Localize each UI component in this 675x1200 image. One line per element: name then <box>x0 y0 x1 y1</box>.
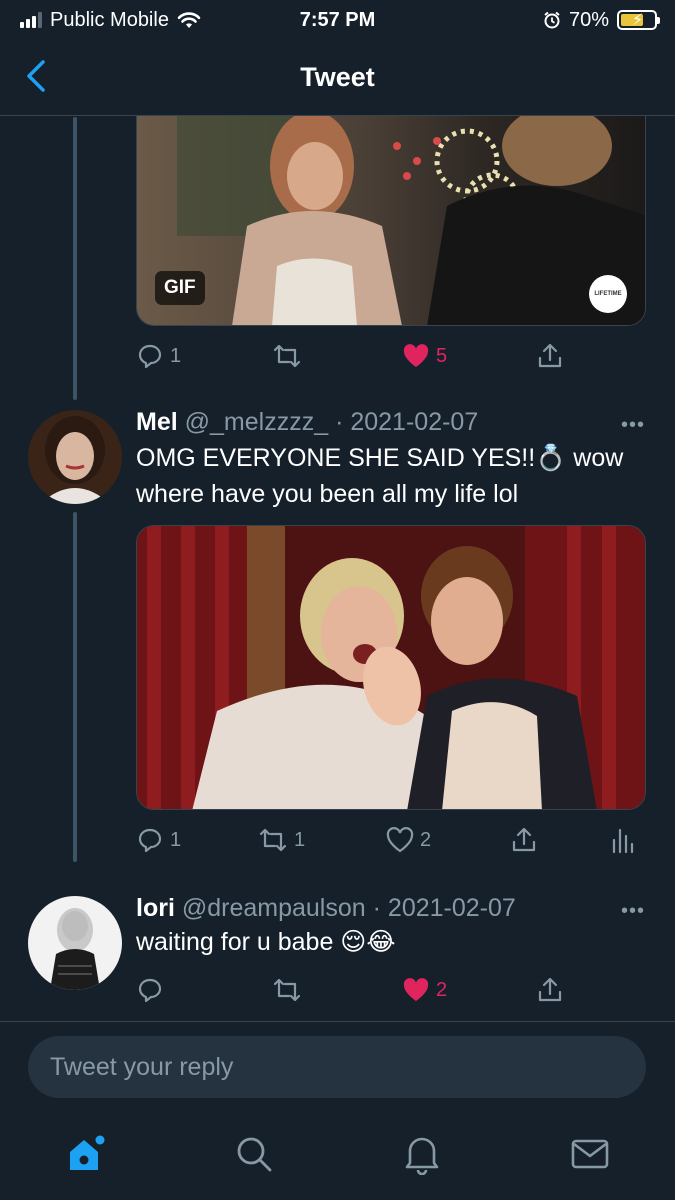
tweet-date: · 2021-02-07 <box>372 894 516 922</box>
tweet-header: Mel @_melzzzz_ · 2021-02-07 <box>136 408 478 437</box>
retweet-icon <box>273 978 301 1002</box>
home-icon <box>70 1135 105 1170</box>
nav-search[interactable] <box>230 1130 278 1178</box>
retweet-button[interactable]: 1 <box>258 820 305 860</box>
nav-notifications[interactable] <box>398 1130 446 1178</box>
carrier-label: Public Mobile <box>50 8 169 31</box>
alarm-icon <box>544 11 560 29</box>
gif-badge: GIF <box>155 271 205 305</box>
like-count: 2 <box>420 828 432 851</box>
tweet-actions: 1 1 2 <box>136 820 646 860</box>
notifications-icon <box>405 1137 439 1175</box>
reply-icon <box>138 978 162 1003</box>
gif-image <box>137 116 645 325</box>
avatar-image-lori <box>28 896 122 990</box>
more-options-button[interactable]: ••• <box>621 900 645 923</box>
avatar[interactable] <box>28 896 122 990</box>
thread-line <box>73 512 77 862</box>
lifetime-logo: LIFETIME <box>589 275 627 313</box>
reply-input[interactable]: Tweet your reply <box>28 1036 646 1098</box>
share-button[interactable] <box>536 970 564 1010</box>
gif-media[interactable] <box>136 525 646 810</box>
tweet-actions: 2 <box>136 970 646 1010</box>
retweet-count: 1 <box>294 828 306 851</box>
nav-messages[interactable] <box>566 1130 614 1178</box>
messages-icon <box>571 1139 609 1169</box>
tweet-actions: 1 5 <box>136 336 646 376</box>
heart-filled-icon <box>403 978 429 1001</box>
share-button[interactable] <box>510 820 538 860</box>
tweet-text: OMG EVERYONE SHE SAID YES!!💍 wow where h… <box>136 444 624 508</box>
chevron-left-icon <box>27 60 45 92</box>
retweet-button[interactable] <box>272 336 308 376</box>
reply-placeholder: Tweet your reply <box>50 1052 234 1081</box>
like-count: 2 <box>436 978 448 1001</box>
tweet-date: · 2021-02-07 <box>335 408 479 436</box>
divider <box>0 1021 675 1022</box>
share-icon <box>512 827 536 852</box>
gif-image <box>137 526 645 809</box>
search-icon <box>237 1137 272 1172</box>
wifi-icon <box>177 12 201 28</box>
avatar[interactable] <box>28 410 122 504</box>
status-left: Public Mobile <box>20 9 201 32</box>
like-button[interactable]: 2 <box>386 820 431 860</box>
retweet-icon <box>273 344 301 368</box>
nav-home[interactable] <box>62 1130 110 1178</box>
header: Tweet <box>0 40 675 116</box>
page-title: Tweet <box>300 62 375 92</box>
like-button[interactable]: 5 <box>402 336 447 376</box>
reply-button[interactable] <box>136 970 170 1010</box>
bottom-nav <box>0 1118 675 1200</box>
avatar-image-mel <box>28 410 122 504</box>
tweet-text: waiting for u babe 😌😂 <box>136 928 396 956</box>
more-options-button[interactable]: ••• <box>621 414 645 437</box>
share-icon <box>538 977 562 1002</box>
status-right: 70% ⚡ <box>543 8 660 32</box>
user-handle[interactable]: @dreampaulson <box>182 894 366 922</box>
retweet-button[interactable] <box>272 970 308 1010</box>
reply-button[interactable]: 1 <box>136 820 181 860</box>
reply-icon <box>138 344 162 369</box>
display-name[interactable]: Mel <box>136 408 178 436</box>
display-name[interactable]: lori <box>136 894 175 922</box>
reply-button[interactable]: 1 <box>136 336 181 376</box>
battery-icon: ⚡ <box>617 10 660 30</box>
share-button[interactable] <box>536 336 564 376</box>
heart-outline-icon <box>386 827 414 853</box>
analytics-button[interactable] <box>610 820 634 860</box>
reply-count: 1 <box>170 344 182 367</box>
battery-percent: 70% <box>568 8 609 31</box>
reply-icon <box>138 828 162 853</box>
like-button[interactable]: 2 <box>402 970 447 1010</box>
retweet-icon <box>259 828 287 852</box>
like-count: 5 <box>436 344 448 367</box>
analytics-icon <box>612 828 634 854</box>
back-button[interactable] <box>18 58 54 94</box>
share-icon <box>538 343 562 368</box>
user-handle[interactable]: @_melzzzz_ <box>185 408 328 436</box>
reply-count: 1 <box>170 828 182 851</box>
signal-icon <box>20 12 42 28</box>
charging-bolt-icon: ⚡ <box>632 12 644 29</box>
status-bar: Public Mobile 7:57 PM 70% ⚡ <box>0 0 675 40</box>
gif-media[interactable]: GIF LIFETIME <box>136 116 646 326</box>
heart-filled-icon <box>403 344 429 367</box>
thread-line <box>73 117 77 400</box>
tweet-header: lori @dreampaulson · 2021-02-07 <box>136 894 516 923</box>
